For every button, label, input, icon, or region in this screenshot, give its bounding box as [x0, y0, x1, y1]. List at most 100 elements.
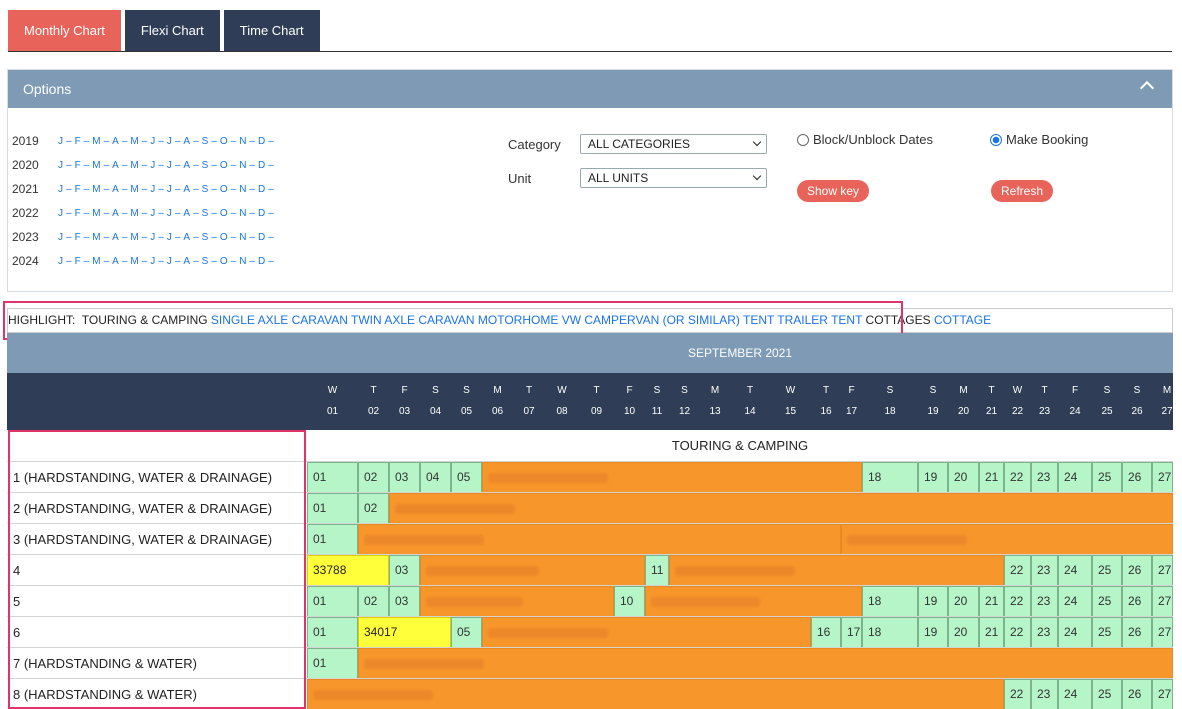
day-cell-available[interactable]: 24 — [1058, 679, 1092, 709]
month-link[interactable]: A — [112, 232, 119, 243]
month-link[interactable]: N — [239, 184, 246, 195]
day-cell-available[interactable]: 18 — [862, 586, 918, 617]
month-link[interactable]: A — [183, 136, 190, 147]
day-cell-available[interactable]: 23 — [1031, 555, 1058, 586]
booking-bar[interactable] — [358, 648, 1173, 679]
month-link[interactable]: D — [258, 184, 265, 195]
day-cell-available[interactable]: 19 — [918, 586, 948, 617]
day-cell-available[interactable]: 16 — [811, 617, 841, 648]
day-cell-available[interactable]: 27 — [1152, 462, 1173, 493]
day-cell-available[interactable]: 11 — [645, 555, 669, 586]
day-cell-available[interactable]: 20 — [948, 586, 979, 617]
day-cell-available[interactable]: 18 — [862, 462, 918, 493]
month-link[interactable]: M — [92, 232, 100, 243]
month-link[interactable]: S — [202, 208, 209, 219]
month-link[interactable]: M — [92, 208, 100, 219]
month-link[interactable]: S — [202, 160, 209, 171]
month-link[interactable]: S — [202, 136, 209, 147]
highlight-link[interactable]: COTTAGE — [934, 313, 991, 327]
day-cell-available[interactable]: 03 — [389, 555, 420, 586]
booking-bar[interactable] — [389, 493, 1173, 524]
tab-monthly-chart[interactable]: Monthly Chart — [8, 10, 121, 52]
day-cell-available[interactable]: 01 — [307, 586, 358, 617]
day-cell-available[interactable]: 20 — [948, 617, 979, 648]
month-link[interactable]: A — [183, 160, 190, 171]
day-cell-available[interactable]: 01 — [307, 462, 358, 493]
month-link[interactable]: D — [258, 136, 265, 147]
month-link[interactable]: D — [258, 232, 265, 243]
month-link[interactable]: M — [130, 136, 138, 147]
month-link[interactable]: O — [220, 208, 228, 219]
day-cell-available[interactable]: 01 — [307, 648, 358, 679]
month-link[interactable]: D — [258, 160, 265, 171]
tab-time-chart[interactable]: Time Chart — [223, 10, 320, 52]
month-link[interactable]: O — [220, 136, 228, 147]
month-link[interactable]: A — [112, 160, 119, 171]
day-cell-available[interactable]: 25 — [1092, 555, 1122, 586]
month-link[interactable]: A — [183, 232, 190, 243]
month-link[interactable]: A — [183, 208, 190, 219]
month-link[interactable]: N — [239, 256, 246, 267]
month-link[interactable]: A — [183, 256, 190, 267]
day-cell-available[interactable]: 05 — [451, 462, 482, 493]
booking-reference-cell[interactable]: 33788 — [307, 555, 389, 586]
month-link[interactable]: M — [130, 208, 138, 219]
category-select[interactable]: ALL CATEGORIES — [580, 134, 767, 154]
day-cell-available[interactable]: 22 — [1004, 586, 1031, 617]
month-link[interactable]: N — [239, 160, 246, 171]
month-link[interactable]: M — [130, 184, 138, 195]
day-cell-available[interactable]: 20 — [948, 462, 979, 493]
day-cell-available[interactable]: 10 — [614, 586, 645, 617]
month-link[interactable]: N — [239, 136, 246, 147]
day-cell-available[interactable]: 24 — [1058, 586, 1092, 617]
month-link[interactable]: S — [202, 256, 209, 267]
month-link[interactable]: S — [202, 232, 209, 243]
day-cell-available[interactable]: 26 — [1122, 679, 1152, 709]
booking-bar[interactable] — [482, 617, 811, 648]
day-cell-available[interactable]: 21 — [979, 462, 1004, 493]
month-link[interactable]: N — [239, 208, 246, 219]
day-cell-available[interactable]: 23 — [1031, 462, 1058, 493]
month-link[interactable]: A — [112, 256, 119, 267]
day-cell-available[interactable]: 27 — [1152, 555, 1173, 586]
month-link[interactable]: O — [220, 232, 228, 243]
day-cell-available[interactable]: 04 — [420, 462, 451, 493]
month-link[interactable]: M — [92, 256, 100, 267]
day-cell-available[interactable]: 02 — [358, 493, 389, 524]
day-cell-available[interactable]: 25 — [1092, 617, 1122, 648]
day-cell-available[interactable]: 02 — [358, 586, 389, 617]
booking-bar[interactable] — [307, 679, 1004, 709]
day-cell-available[interactable]: 22 — [1004, 679, 1031, 709]
booking-bar[interactable] — [420, 586, 614, 617]
day-cell-available[interactable]: 05 — [451, 617, 482, 648]
month-link[interactable]: S — [202, 184, 209, 195]
day-cell-available[interactable]: 19 — [918, 617, 948, 648]
day-cell-available[interactable]: 18 — [862, 617, 918, 648]
day-cell-available[interactable]: 23 — [1031, 586, 1058, 617]
day-cell-available[interactable]: 01 — [307, 617, 358, 648]
block-unblock-option[interactable]: Block/Unblock Dates — [797, 132, 933, 147]
day-cell-available[interactable]: 22 — [1004, 462, 1031, 493]
day-cell-available[interactable]: 27 — [1152, 617, 1173, 648]
month-link[interactable]: O — [220, 256, 228, 267]
day-cell-available[interactable]: 26 — [1122, 462, 1152, 493]
booking-bar[interactable] — [420, 555, 645, 586]
booking-bar[interactable] — [645, 586, 862, 617]
month-link[interactable]: A — [112, 208, 119, 219]
booking-bar[interactable] — [358, 524, 841, 555]
booking-reference-cell[interactable]: 34017 — [358, 617, 451, 648]
booking-bar[interactable] — [482, 462, 862, 493]
tab-flexi-chart[interactable]: Flexi Chart — [124, 10, 220, 52]
make-booking-option[interactable]: Make Booking — [990, 132, 1088, 147]
day-cell-available[interactable]: 03 — [389, 462, 420, 493]
day-cell-available[interactable]: 25 — [1092, 679, 1122, 709]
day-cell-available[interactable]: 03 — [389, 586, 420, 617]
month-link[interactable]: M — [130, 232, 138, 243]
chevron-up-icon[interactable] — [1139, 80, 1155, 96]
month-link[interactable]: D — [258, 256, 265, 267]
unit-select[interactable]: ALL UNITS — [580, 168, 767, 188]
day-cell-available[interactable]: 02 — [358, 462, 389, 493]
month-link[interactable]: M — [130, 160, 138, 171]
day-cell-available[interactable]: 24 — [1058, 555, 1092, 586]
month-link[interactable]: M — [92, 160, 100, 171]
